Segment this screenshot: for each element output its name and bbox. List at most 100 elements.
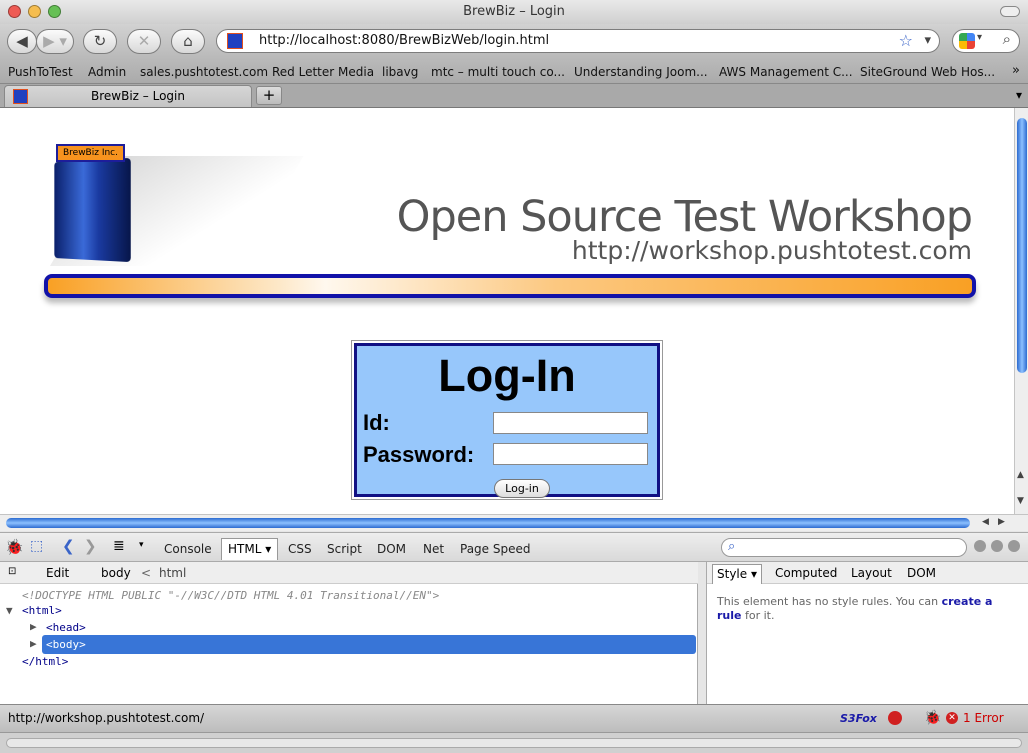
no-style-message: This element has no style rules. You can… — [717, 595, 993, 622]
crumb-body[interactable]: body — [101, 566, 131, 580]
page-content: BrewBiz Inc. Open Source Test Workshop h… — [0, 108, 1014, 514]
login-heading: Log-In — [438, 350, 576, 401]
search-bar[interactable]: ▾ ⌕ — [952, 29, 1020, 53]
inspect-icon[interactable]: ⬚ — [30, 538, 43, 554]
login-box: Log-In Id: Password: Log-in — [351, 340, 663, 500]
side-tab-layout[interactable]: Layout — [851, 566, 892, 580]
zoom-window-icon[interactable] — [48, 5, 61, 18]
scroll-down-icon[interactable]: ▼ — [1017, 496, 1024, 506]
s3fox-icon[interactable]: S3Fox — [840, 705, 877, 732]
login-button[interactable]: Log-in — [494, 479, 550, 498]
edit-button[interactable]: Edit — [46, 566, 69, 580]
logo-cube — [54, 157, 131, 263]
firebug-status-icon[interactable]: 🐞 — [924, 705, 941, 732]
close-panel-icon[interactable] — [1008, 540, 1020, 552]
vertical-scroll-thumb[interactable] — [1017, 118, 1027, 373]
expand-head-icon[interactable]: ▶ — [30, 620, 37, 633]
bookmark-item[interactable]: PushToTest — [8, 65, 73, 79]
tab-list-icon[interactable]: ▾ — [1016, 88, 1022, 102]
addon-status-icon[interactable] — [888, 711, 902, 725]
head-node[interactable]: <head> — [46, 621, 86, 634]
stop-button[interactable]: ✕ — [127, 29, 161, 54]
selected-row[interactable] — [42, 635, 696, 654]
reload-icon: ↻ — [93, 32, 107, 50]
vertical-scrollbar[interactable]: ▲ ▼ — [1014, 108, 1028, 514]
bookmarks-overflow-icon[interactable]: » — [1012, 63, 1020, 78]
url-bar[interactable]: http://localhost:8080/BrewBizWeb/login.h… — [216, 29, 940, 53]
tab-css[interactable]: CSS — [288, 542, 312, 556]
back-button[interactable]: ◀ — [7, 29, 37, 54]
detach-panel-icon[interactable] — [991, 540, 1003, 552]
window-titlebar: BrewBiz – Login — [0, 0, 1028, 24]
bookmark-item[interactable]: Red Letter Media — [272, 65, 374, 79]
id-input[interactable] — [493, 412, 648, 434]
bottom-progress-strip — [0, 732, 1028, 753]
hero-title: Open Source Test Workshop — [396, 192, 973, 242]
bookmark-item[interactable]: libavg — [382, 65, 418, 79]
html-close-node: </html> — [22, 655, 69, 668]
horizontal-scrollbar[interactable]: ◀ ▶ — [0, 514, 1028, 531]
reload-button[interactable]: ↻ — [83, 29, 117, 54]
tab-script[interactable]: Script — [327, 542, 362, 556]
tab-page-speed[interactable]: Page Speed — [460, 542, 530, 556]
crumb-html[interactable]: html — [159, 566, 186, 580]
url-dropdown-icon[interactable]: ▾ — [924, 30, 931, 52]
password-input[interactable] — [493, 443, 648, 465]
collapse-html-icon[interactable]: ▼ — [6, 604, 13, 617]
firebug-html-panel: ⊡ Edit body < html <!DOCTYPE HTML PUBLIC… — [0, 562, 698, 704]
password-label: Password: — [363, 442, 475, 467]
error-count[interactable]: 1 Error — [963, 705, 1004, 732]
bookmark-item[interactable]: Admin — [88, 65, 126, 79]
side-tab-style[interactable]: Style ▾ — [712, 564, 762, 584]
tab-bar: BrewBiz – Login + ▾ — [0, 84, 1028, 108]
window-title: BrewBiz – Login — [463, 4, 565, 19]
bookmark-item[interactable]: Understanding Joom... — [574, 65, 708, 79]
magnifier-icon[interactable]: ⌕ — [1003, 30, 1011, 48]
logo-label: BrewBiz Inc. — [56, 144, 125, 162]
tab-brewbiz-login[interactable]: BrewBiz – Login — [4, 85, 252, 107]
expand-icon[interactable]: ⊡ — [8, 566, 16, 577]
progress-track — [6, 738, 1022, 748]
history-forward-icon[interactable]: ❯ — [84, 537, 97, 555]
side-tab-style-label: Style — [717, 567, 748, 581]
side-tab-computed[interactable]: Computed — [775, 566, 837, 580]
tab-net[interactable]: Net — [423, 542, 444, 556]
hero-url: http://workshop.pushtotest.com — [571, 236, 972, 265]
toolbar-toggle-icon[interactable] — [1000, 6, 1020, 17]
home-icon: ⌂ — [183, 32, 193, 50]
navigation-toolbar: ◀ ▶ ▾ ↻ ✕ ⌂ http://localhost:8080/BrewBi… — [0, 24, 1028, 60]
bookmark-star-icon[interactable]: ☆ — [899, 30, 913, 52]
bookmark-item[interactable]: AWS Management C... — [719, 65, 853, 79]
firebug-bug-icon[interactable]: 🐞 — [5, 538, 24, 556]
bookmark-item[interactable]: mtc – multi touch co... — [431, 65, 565, 79]
scroll-left-icon[interactable]: ◀ — [982, 517, 989, 527]
scroll-up-icon[interactable]: ▲ — [1017, 470, 1024, 480]
bookmark-item[interactable]: sales.pushtotest.com — [140, 65, 268, 79]
minimize-panel-icon[interactable] — [974, 540, 986, 552]
html-node[interactable]: <html> — [22, 604, 62, 617]
bookmark-item[interactable]: SiteGround Web Hos... — [860, 65, 995, 79]
status-url: http://workshop.pushtotest.com/ — [8, 711, 205, 725]
firebug-search-input[interactable]: ⌕ — [721, 538, 967, 557]
home-button[interactable]: ⌂ — [171, 29, 205, 54]
side-tab-dom[interactable]: DOM — [907, 566, 936, 580]
tab-html[interactable]: HTML ▾ — [221, 538, 279, 560]
horizontal-scroll-thumb[interactable] — [6, 518, 970, 528]
panel-dropdown-icon[interactable]: ▾ — [139, 540, 144, 550]
new-tab-button[interactable]: + — [256, 86, 282, 105]
back-arrow-icon: ◀ — [16, 32, 28, 50]
tab-favicon — [13, 89, 28, 104]
google-search-engine-icon[interactable] — [959, 33, 975, 49]
close-window-icon[interactable] — [8, 5, 21, 18]
doctype-node: <!DOCTYPE HTML PUBLIC "-//W3C//DTD HTML … — [22, 589, 440, 602]
menu-lines-icon[interactable]: ≣ — [113, 538, 125, 554]
tab-console[interactable]: Console — [164, 542, 212, 556]
tab-dom[interactable]: DOM — [377, 542, 406, 556]
expand-body-icon[interactable]: ▶ — [30, 637, 37, 650]
forward-button[interactable]: ▶ ▾ — [36, 29, 74, 54]
body-node[interactable]: <body> — [46, 638, 86, 651]
scroll-right-icon[interactable]: ▶ — [998, 517, 1005, 527]
minimize-window-icon[interactable] — [28, 5, 41, 18]
history-back-icon[interactable]: ❮ — [62, 537, 75, 555]
side-tabs: Style ▾ Computed Layout DOM — [707, 562, 1028, 584]
